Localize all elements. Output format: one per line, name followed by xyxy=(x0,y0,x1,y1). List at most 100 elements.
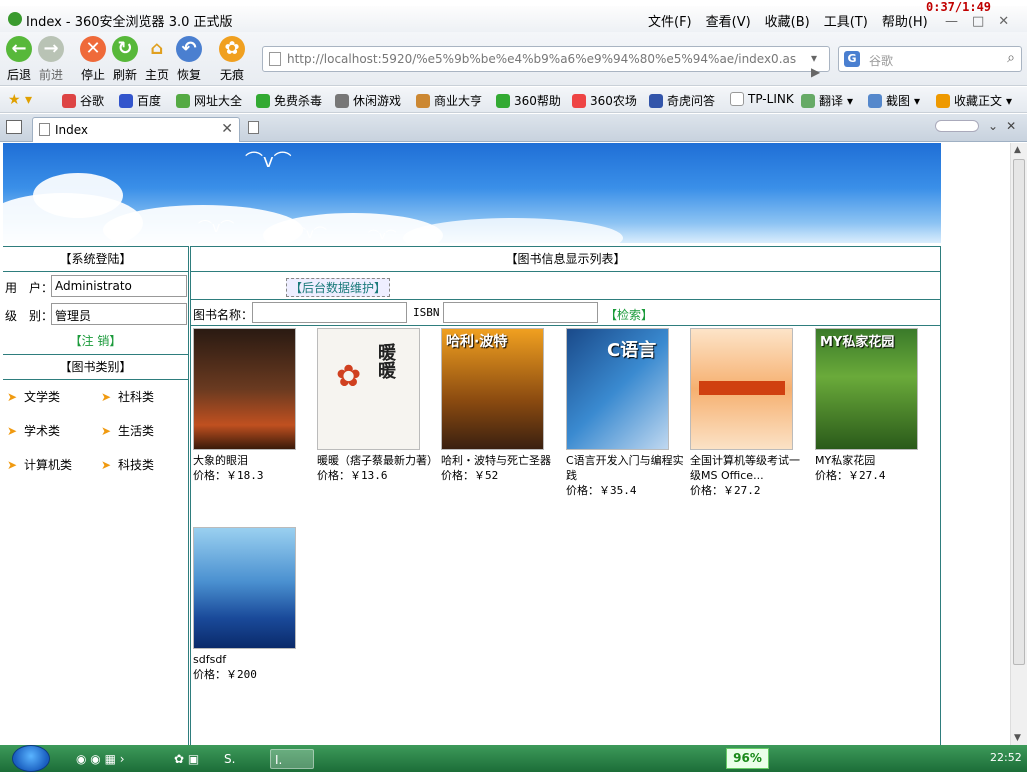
level-label: 级 别： xyxy=(5,309,54,323)
fav-item-google[interactable]: 谷歌 xyxy=(62,92,104,109)
new-tab-icon[interactable] xyxy=(248,121,259,134)
category-item-literature[interactable]: ➤ 文学类 xyxy=(3,388,97,405)
search-box[interactable]: G 谷歌 ⌕ xyxy=(838,46,1022,72)
book-cover[interactable]: 哈利·波特 xyxy=(441,328,544,450)
fav-item-tplink[interactable]: TP-LINK xyxy=(730,92,794,106)
book-price: 价格：￥13.6 xyxy=(317,469,388,482)
book-item[interactable]: C语言 C语言开发入门与编程实践 价格：￥35.4 xyxy=(566,328,684,498)
book-cover[interactable]: C语言 xyxy=(566,328,669,450)
scroll-up-icon[interactable]: ▲ xyxy=(1014,145,1021,155)
home-button[interactable]: ⌂ 主页 xyxy=(142,36,172,83)
menu-help[interactable]: 帮助(H) xyxy=(882,11,928,30)
taskbar-app-3[interactable]: I. xyxy=(270,749,314,769)
taskbar-app-1[interactable]: ✿ ▣ xyxy=(170,749,214,769)
back-button[interactable]: ← 后退 xyxy=(4,36,34,83)
address-url[interactable]: http://localhost:5920/%e5%9b%be%e4%b9%a6… xyxy=(287,52,797,66)
forward-button[interactable]: → 前进 xyxy=(36,36,66,83)
fav-item-save-text[interactable]: 收藏正文 ▾ xyxy=(936,92,1012,109)
seagull-icon: ⌒v⌒ xyxy=(245,151,292,172)
fav-item-antivirus[interactable]: 免费杀毒 xyxy=(256,92,322,109)
minimize-icon[interactable]: — xyxy=(945,14,958,29)
fav-item-baidu[interactable]: 百度 xyxy=(119,92,161,109)
book-name[interactable]: 大象的眼泪 xyxy=(193,453,311,468)
system-clock[interactable]: 22:52 xyxy=(990,751,1022,764)
tab-list-icon[interactable] xyxy=(6,120,22,134)
antivirus-icon xyxy=(256,93,270,108)
fav-item-screenshot[interactable]: 截图 ▾ xyxy=(868,92,920,109)
category-list: ➤ 文学类 ➤ 社科类 ➤ 学术类 ➤ 生活类 ➤ 计算机类 ➤ 科技类 xyxy=(3,380,188,473)
menu-view[interactable]: 查看(V) xyxy=(706,11,751,30)
book-cover[interactable] xyxy=(193,527,296,649)
fav-item-360-help[interactable]: 360帮助 xyxy=(496,92,561,109)
category-item-social-science[interactable]: ➤ 社科类 xyxy=(97,388,189,405)
search-button[interactable]: 【检索】 xyxy=(605,306,653,323)
logout-link[interactable]: 【注 销】 xyxy=(3,328,188,354)
address-bar[interactable]: http://localhost:5920/%e5%9b%be%e4%b9%a6… xyxy=(262,46,830,79)
book-item[interactable]: 大象的眼泪 价格：￥18.3 xyxy=(193,328,311,483)
book-item[interactable]: 暖暖 ✿ 暖暖（痞子蔡最新力著） 价格：￥13.6 xyxy=(317,328,438,483)
book-name[interactable]: 全国计算机等级考试一级MS Office... xyxy=(690,453,808,483)
isbn-input[interactable] xyxy=(443,302,598,323)
business-icon xyxy=(416,93,430,108)
close-icon[interactable]: ✕ xyxy=(1006,119,1016,133)
book-name[interactable]: 暖暖（痞子蔡最新力著） xyxy=(317,453,438,468)
book-name-input[interactable] xyxy=(252,302,407,323)
category-item-computer[interactable]: ➤ 计算机类 xyxy=(3,456,97,473)
tab-index[interactable]: Index ✕ xyxy=(32,117,240,142)
category-item-life[interactable]: ➤ 生活类 xyxy=(97,422,189,439)
stop-button[interactable]: ✕ 停止 xyxy=(78,36,108,83)
maximize-icon[interactable]: □ xyxy=(972,14,984,29)
header-banner: ⌒v⌒ ⌒v⌒ ⌒v⌒ ⌒v⌒ xyxy=(3,143,941,243)
taskbar-app-2[interactable]: S. xyxy=(220,749,264,769)
user-field[interactable]: Administrato xyxy=(51,275,187,297)
scroll-down-icon[interactable]: ▼ xyxy=(1014,733,1021,743)
undo-button[interactable]: ↶ 恢复 xyxy=(174,36,204,83)
fav-item-translate[interactable]: 翻译 ▾ xyxy=(801,92,853,109)
page-icon xyxy=(269,52,281,66)
vertical-scrollbar[interactable]: ▲ ▼ xyxy=(1010,143,1027,745)
book-name[interactable]: C语言开发入门与编程实践 xyxy=(566,453,684,483)
help-icon xyxy=(496,93,510,108)
book-item[interactable]: 全国计算机等级考试一级MS Office... 价格：￥27.2 xyxy=(690,328,808,498)
close-tab-icon[interactable]: ✕ xyxy=(221,121,233,137)
scroll-thumb[interactable] xyxy=(1013,159,1025,665)
category-item-technology[interactable]: ➤ 科技类 xyxy=(97,456,189,473)
menu-favorites[interactable]: 收藏(B) xyxy=(765,11,810,30)
translate-icon xyxy=(801,93,815,108)
favorites-star-icon[interactable]: ★ ▾ xyxy=(8,92,32,108)
back-arrow-icon: ← xyxy=(6,36,32,62)
search-icon[interactable]: ⌕ xyxy=(1007,50,1015,66)
book-cover[interactable] xyxy=(690,328,793,450)
private-mode-button[interactable]: ✿ 无痕 xyxy=(217,36,247,83)
book-price: 价格：￥200 xyxy=(193,668,257,681)
level-field[interactable]: 管理员 xyxy=(51,303,187,325)
book-name[interactable]: MY私家花园 xyxy=(815,453,933,468)
menu-file[interactable]: 文件(F) xyxy=(648,11,692,30)
book-item[interactable]: sdfsdf 价格：￥200 xyxy=(193,527,311,682)
search-placeholder[interactable]: 谷歌 xyxy=(869,52,893,69)
user-label: 用 户： xyxy=(5,281,54,295)
fav-item-sites[interactable]: 网址大全 xyxy=(176,92,242,109)
fav-item-games[interactable]: 休闲游戏 xyxy=(335,92,401,109)
book-cover[interactable] xyxy=(193,328,296,450)
refresh-button[interactable]: ↻ 刷新 xyxy=(110,36,140,83)
fav-item-qa[interactable]: 奇虎问答 xyxy=(649,92,715,109)
admin-maintenance-link[interactable]: 【后台数据维护】 xyxy=(286,278,391,297)
go-icon[interactable]: ▾ ▶ xyxy=(811,51,829,79)
close-icon[interactable]: ✕ xyxy=(998,14,1009,29)
search-engine-icon[interactable]: G xyxy=(844,51,860,67)
fav-item-360-farm[interactable]: 360农场 xyxy=(572,92,637,109)
book-cover[interactable]: 暖暖 ✿ xyxy=(317,328,420,450)
chevron-down-icon[interactable]: ⌄ xyxy=(988,119,998,133)
fav-item-business[interactable]: 商业大亨 xyxy=(416,92,482,109)
start-button[interactable] xyxy=(12,745,50,772)
tab-slider[interactable] xyxy=(935,120,979,132)
book-item[interactable]: 哈利·波特 哈利・波特与死亡圣器 价格：￥52 xyxy=(441,328,559,483)
book-name[interactable]: sdfsdf xyxy=(193,652,311,667)
book-name[interactable]: 哈利・波特与死亡圣器 xyxy=(441,453,559,468)
book-cover[interactable]: MY私家花园 xyxy=(815,328,918,450)
book-item[interactable]: MY私家花园 MY私家花园 价格：￥27.4 xyxy=(815,328,933,483)
quick-launch[interactable]: ◉ ◉ ▦ › xyxy=(72,749,162,769)
menu-tools[interactable]: 工具(T) xyxy=(824,11,868,30)
category-item-academic[interactable]: ➤ 学术类 xyxy=(3,422,97,439)
